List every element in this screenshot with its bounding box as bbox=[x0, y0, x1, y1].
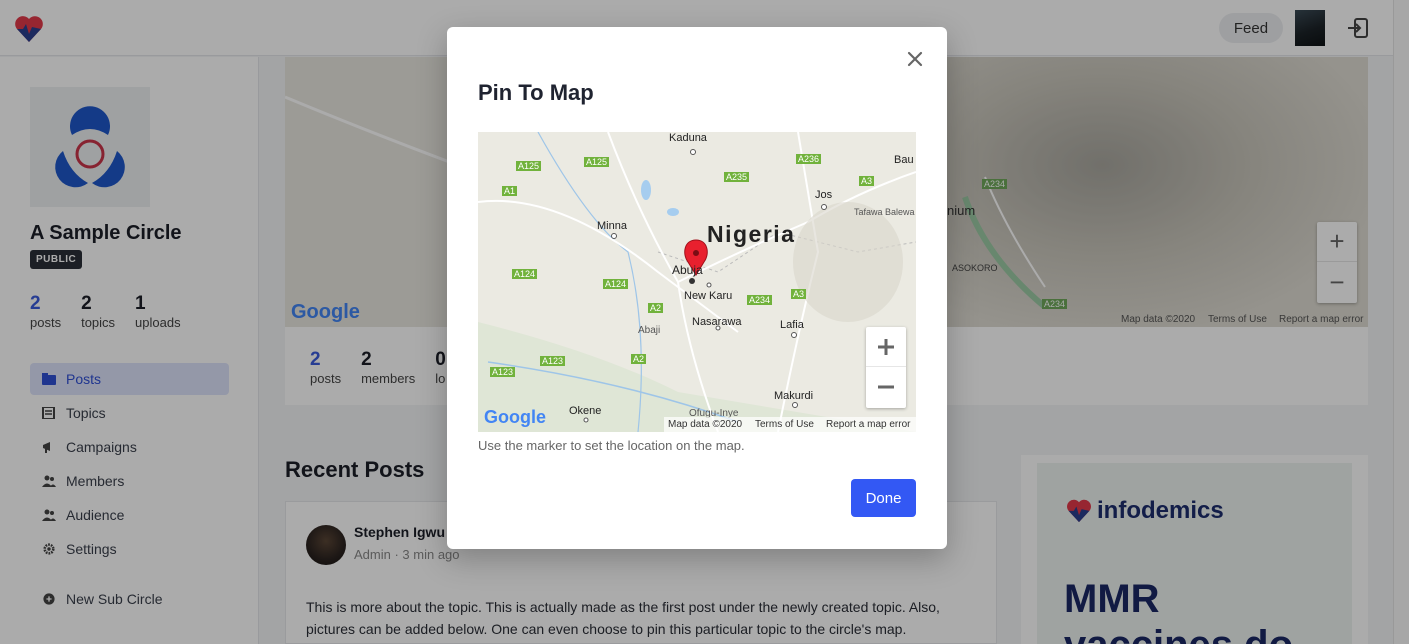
terms-link[interactable]: Terms of Use bbox=[755, 419, 814, 430]
map-zoom-control bbox=[866, 327, 906, 408]
modal-title: Pin To Map bbox=[478, 80, 594, 105]
plus-icon bbox=[878, 338, 894, 355]
zoom-out-button[interactable] bbox=[866, 367, 906, 407]
map-hint-text: Use the marker to set the location on th… bbox=[478, 438, 745, 453]
map-attribution: Map data ©2020 Terms of Use Report a map… bbox=[478, 417, 916, 432]
minus-icon bbox=[878, 385, 894, 389]
report-map-error-link[interactable]: Report a map error bbox=[826, 419, 910, 430]
close-icon[interactable] bbox=[905, 49, 925, 69]
map-country-label: Nigeria bbox=[707, 221, 796, 247]
pin-map[interactable]: Nigeria Kaduna Minna Jos Abuja New Karu … bbox=[478, 132, 916, 432]
done-button[interactable]: Done bbox=[851, 479, 916, 517]
map-canvas bbox=[478, 132, 916, 432]
zoom-in-button[interactable] bbox=[866, 327, 906, 367]
